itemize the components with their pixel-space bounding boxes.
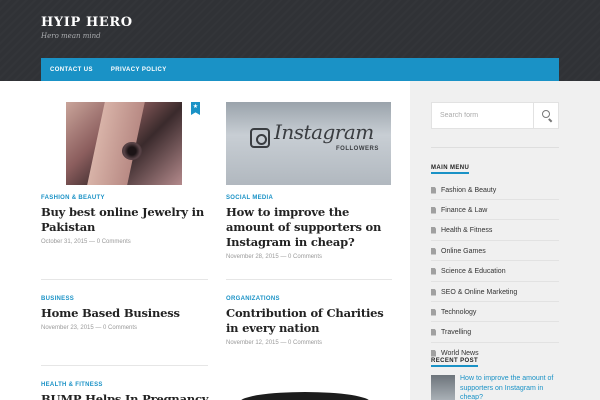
post-divider [41,365,208,366]
page-icon [431,308,436,316]
sidebar-item-travelling[interactable]: Travelling [431,322,559,342]
post-category[interactable]: BUSINESS [41,296,209,302]
search-button[interactable] [533,103,558,128]
search-icon [542,110,550,118]
page-icon [431,247,436,255]
ring-shape [122,142,142,160]
post-comments[interactable]: 0 Comments [97,239,131,245]
site-description: Hero mean mind [41,32,101,40]
post-category[interactable]: ORGANIZATIONS [226,296,394,302]
sidebar-item-label: Online Games [441,247,486,255]
post-meta: October 31, 2015 — 0 Comments [41,239,209,245]
sidebar-item-label: Travelling [441,328,472,336]
thumb-instagram-text: Instagram [274,120,374,144]
post-meta: November 12, 2015 — 0 Comments [226,340,394,346]
sidebar-item-label: SEO & Online Marketing [441,288,518,296]
sidebar-item-label: Fashion & Beauty [441,186,497,194]
post-meta: November 28, 2015 — 0 Comments [226,254,394,260]
post-title[interactable]: Home Based Business [41,306,209,321]
page-icon [431,288,436,296]
post-thumbnail-jewelry[interactable] [66,102,182,185]
post-date[interactable]: November 23, 2015 [41,325,94,331]
post-card-charities: ORGANIZATIONS Contribution of Charities … [226,296,394,346]
main-nav: CONTACT US PRIVACY POLICY [41,58,559,81]
meta-separator: — [280,254,287,260]
post-thumbnail-instagram[interactable]: Instagram FOLLOWERS [226,102,391,185]
post-card-business: BUSINESS Home Based Business November 23… [41,296,209,331]
post-category[interactable]: HEALTH & FITNESS [41,382,209,388]
recent-post-thumbnail[interactable] [431,375,455,400]
sidebar-item-label: Finance & Law [441,206,488,214]
recent-post-title: RECENT POST [431,358,479,367]
post-divider [41,279,208,280]
post-title[interactable]: How to improve the amount of supporters … [226,205,394,250]
widget-divider [431,147,559,148]
meta-separator: — [89,239,96,245]
post-category[interactable]: FASHION & BEAUTY [41,195,209,201]
post-card-pregnancy: HEALTH & FITNESS BUMP Helps In Pregnancy [41,382,209,400]
page-icon [431,206,436,214]
page-icon [431,349,436,357]
post-comments[interactable]: 0 Comments [288,340,322,346]
post-meta: November 23, 2015 — 0 Comments [41,325,209,331]
sidebar-item-finance-law[interactable]: Finance & Law [431,200,559,220]
main-menu-title: MAIN MENU [431,165,470,174]
post-thumbnail-partial[interactable] [240,392,370,400]
page-icon [431,267,436,275]
meta-separator: — [280,340,287,346]
sidebar-item-online-games[interactable]: Online Games [431,241,559,261]
sidebar-item-fashion-beauty[interactable]: Fashion & Beauty [431,180,559,200]
post-date[interactable]: November 28, 2015 [226,254,279,260]
sidebar-item-label: World News [441,349,479,357]
post-date[interactable]: November 12, 2015 [226,340,279,346]
sidebar-item-technology[interactable]: Technology [431,302,559,322]
featured-star-icon: ★ [191,102,200,115]
thumb-followers-text: FOLLOWERS [336,146,379,152]
instagram-icon [250,128,270,148]
post-card-instagram: SOCIAL MEDIA How to improve the amount o… [226,195,394,260]
post-date[interactable]: October 31, 2015 [41,239,87,245]
nav-item-contact-us[interactable]: CONTACT US [41,67,102,73]
search-icon-handle [548,118,553,123]
page-icon [431,226,436,234]
site-title[interactable]: HYIP HERO [41,15,133,30]
post-comments[interactable]: 0 Comments [103,325,137,331]
post-category[interactable]: SOCIAL MEDIA [226,195,394,201]
post-title[interactable]: BUMP Helps In Pregnancy [41,392,209,400]
post-comments[interactable]: 0 Comments [288,254,322,260]
post-card-jewelry: FASHION & BEAUTY Buy best online Jewelry… [41,195,209,245]
post-title[interactable]: Contribution of Charities in every natio… [226,306,394,336]
sidebar-item-label: Health & Fitness [441,226,493,234]
search-input[interactable] [432,103,534,128]
sidebar-item-health-fitness[interactable]: Health & Fitness [431,220,559,240]
recent-post-link[interactable]: How to improve the amount of supporters … [460,374,560,400]
search-form [431,102,559,129]
sidebar-item-seo-online-marketing[interactable]: SEO & Online Marketing [431,282,559,302]
sidebar-item-label: Technology [441,308,477,316]
page-icon [431,186,436,194]
page-icon [431,328,436,336]
sidebar-item-science-education[interactable]: Science & Education [431,261,559,281]
nav-item-privacy-policy[interactable]: PRIVACY POLICY [102,67,176,73]
post-title[interactable]: Buy best online Jewelry in Pakistan [41,205,209,235]
meta-separator: — [95,325,102,331]
sidebar-item-label: Science & Education [441,267,506,275]
post-divider [226,279,392,280]
